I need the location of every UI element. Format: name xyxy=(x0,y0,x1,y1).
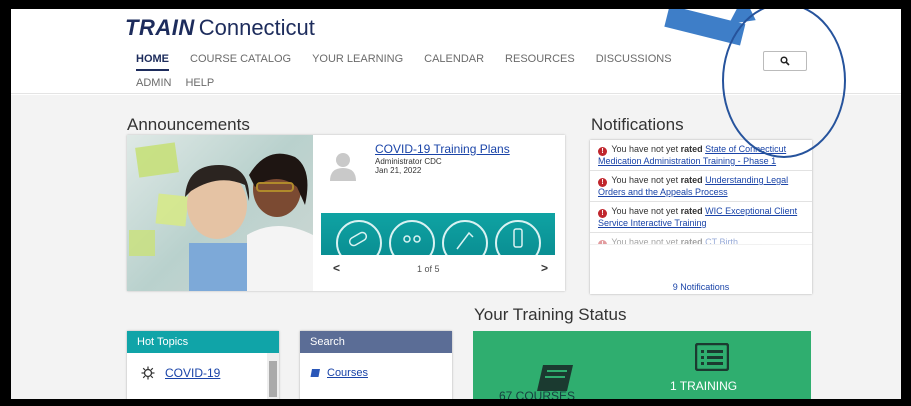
announcement-pager: < 1 of 5 > xyxy=(313,259,565,281)
notification-bold: rated xyxy=(680,144,703,154)
notification-link[interactable]: CT Birth xyxy=(705,237,738,244)
training-status-panel: 67 COURSES 1 TRAINING xyxy=(473,331,811,399)
virus-icon xyxy=(141,366,155,380)
alert-icon: ! xyxy=(598,209,607,218)
notification-bold: rated xyxy=(680,175,703,185)
nav-course-catalog[interactable]: COURSE CATALOG xyxy=(190,53,291,71)
notification-bold: rated xyxy=(680,237,703,245)
page-indicator: 1 of 5 xyxy=(417,264,440,274)
notification-bold: rated xyxy=(680,206,703,216)
notification-text: You have not yet xyxy=(611,206,679,216)
notifications-count-link[interactable]: 9 Notifications xyxy=(590,282,812,292)
search-courses-item[interactable]: Courses xyxy=(310,367,368,379)
alert-icon: ! xyxy=(598,240,607,244)
announcement-date: Jan 21, 2022 xyxy=(375,166,422,175)
hot-topics-panel: Hot Topics COVID-19 xyxy=(127,331,279,399)
search-panel: Search Courses xyxy=(300,331,452,399)
courses-count[interactable]: 67 COURSES xyxy=(499,389,575,399)
primary-nav: HOME COURSE CATALOG YOUR LEARNING CALEND… xyxy=(136,53,672,71)
hot-topic-item[interactable]: COVID-19 xyxy=(127,353,267,393)
notification-item: ! You have not yet rated WIC Exceptional… xyxy=(590,202,812,233)
training-status-title: Your Training Status xyxy=(474,305,627,324)
previous-arrow-icon[interactable]: < xyxy=(333,261,340,275)
list-icon xyxy=(695,343,729,371)
search-courses-link[interactable]: Courses xyxy=(327,367,368,379)
notification-text: You have not yet xyxy=(611,175,679,185)
book-icon xyxy=(537,365,573,391)
logo-state: Connecticut xyxy=(198,15,315,40)
search-panel-header: Search xyxy=(300,331,452,353)
logo-train: TRAIN xyxy=(125,15,195,40)
browser-page: TRAIN Connecticut HOME COURSE CATALOG YOU… xyxy=(11,9,901,399)
nav-admin[interactable]: ADMIN xyxy=(136,77,171,89)
nav-your-learning[interactable]: YOUR LEARNING xyxy=(312,53,403,71)
announcements-title: Announcements xyxy=(127,115,250,134)
next-arrow-icon[interactable]: > xyxy=(541,261,548,275)
announcement-details: COVID-19 Training Plans Administrator CD… xyxy=(313,135,565,291)
hot-topic-link[interactable]: COVID-19 xyxy=(165,366,220,380)
notification-item: ! You have not yet rated CT Birth xyxy=(590,233,812,245)
nav-resources[interactable]: RESOURCES xyxy=(505,53,575,71)
notification-text: You have not yet xyxy=(611,144,679,154)
scrollbar-thumb[interactable] xyxy=(269,361,277,397)
alert-icon: ! xyxy=(598,147,607,156)
announcement-banner xyxy=(321,213,555,255)
nav-home[interactable]: HOME xyxy=(136,53,169,71)
alert-icon: ! xyxy=(598,178,607,187)
nav-calendar[interactable]: CALENDAR xyxy=(424,53,484,71)
hot-topics-scrollbar[interactable] xyxy=(267,353,279,399)
notifications-title: Notifications xyxy=(591,115,684,134)
nav-help[interactable]: HELP xyxy=(185,77,214,89)
book-icon xyxy=(310,369,320,377)
nav-discussions[interactable]: DISCUSSIONS xyxy=(596,53,672,71)
announcement-photo xyxy=(127,135,313,291)
announcement-link[interactable]: COVID-19 Training Plans xyxy=(375,142,510,156)
hot-topics-header: Hot Topics xyxy=(127,331,279,353)
site-logo[interactable]: TRAIN Connecticut xyxy=(125,15,315,41)
annotation-circle xyxy=(722,9,846,158)
announcement-author: Administrator CDC xyxy=(375,157,442,166)
secondary-nav: ADMIN HELP xyxy=(136,77,214,89)
notification-text: You have not yet xyxy=(611,237,679,245)
notification-item: ! You have not yet rated Understanding L… xyxy=(590,171,812,202)
avatar-icon xyxy=(330,153,356,181)
training-count[interactable]: 1 TRAINING xyxy=(670,379,737,393)
announcement-card: COVID-19 Training Plans Administrator CD… xyxy=(127,135,565,291)
notifications-panel: ! You have not yet rated State of Connec… xyxy=(590,140,812,294)
